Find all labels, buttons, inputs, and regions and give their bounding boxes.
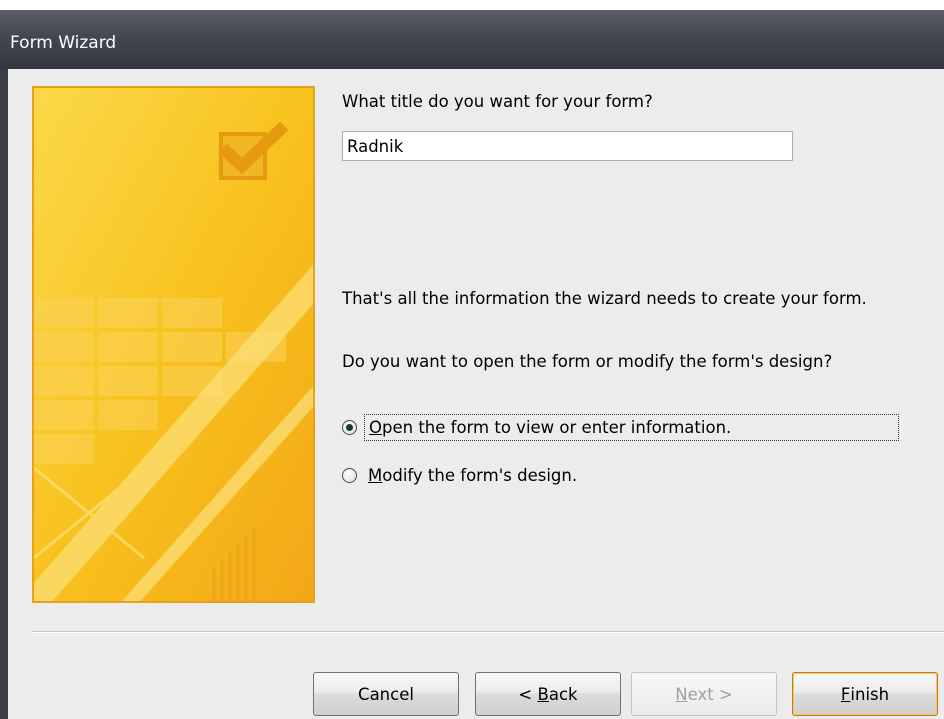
next-button[interactable]: Next >	[631, 672, 777, 716]
open-form-label[interactable]: Open the form to view or enter informati…	[364, 413, 899, 441]
wizard-body: What title do you want for your form? Th…	[8, 69, 944, 719]
modify-design-label[interactable]: Modify the form's design.	[364, 463, 581, 488]
cancel-button[interactable]: Cancel	[313, 672, 459, 716]
form-title-input[interactable]	[342, 131, 793, 161]
modify-design-option[interactable]: Modify the form's design.	[342, 461, 581, 489]
wizard-side-illustration	[32, 86, 315, 603]
radio-selected-dot	[346, 423, 353, 431]
back-button[interactable]: < Back	[475, 672, 621, 716]
window-border	[0, 69, 8, 719]
title-question: What title do you want for your form?	[342, 92, 653, 111]
info-text: That's all the information the wizard ne…	[342, 289, 867, 308]
open-or-modify-question: Do you want to open the form or modify t…	[342, 352, 833, 371]
separator	[32, 631, 944, 633]
open-form-radio[interactable]	[342, 419, 357, 435]
finish-button[interactable]: Finish	[792, 672, 938, 716]
title-bar[interactable]: Form Wizard	[0, 0, 944, 69]
modify-design-radio[interactable]	[342, 467, 357, 483]
wizard-art-svg	[34, 88, 313, 601]
window-title: Form Wizard	[10, 33, 117, 53]
open-form-option[interactable]: Open the form to view or enter informati…	[342, 413, 899, 441]
